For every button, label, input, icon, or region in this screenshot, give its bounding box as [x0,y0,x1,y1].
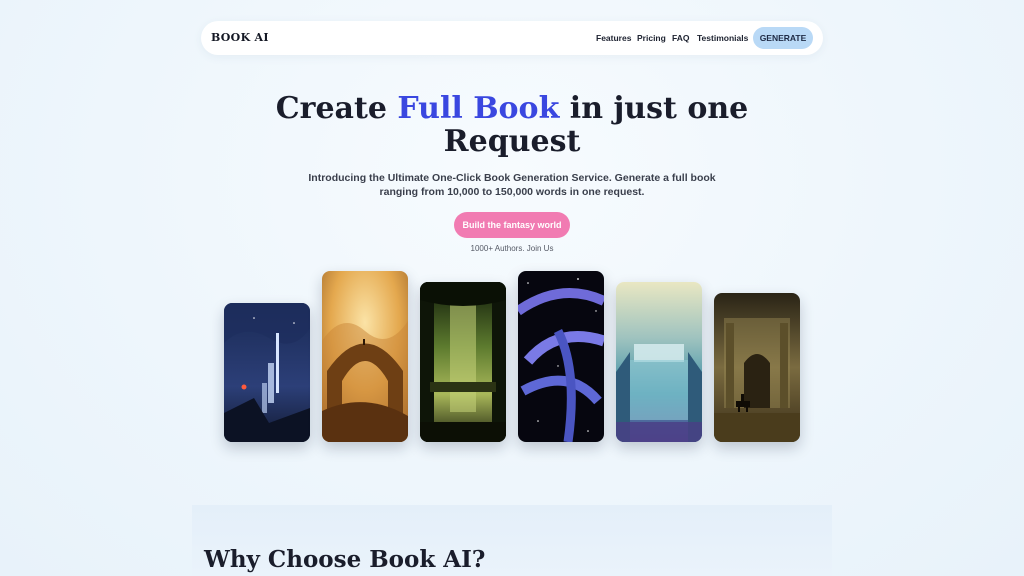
logo[interactable]: BOOK AI [211,31,269,44]
hero-subtitle: Introducing the Ultimate One-Click Book … [308,172,716,198]
nav-testimonials-link[interactable]: Testimonials [697,33,748,43]
hero-title-prefix: Create [275,91,398,126]
top-navbar: BOOK AI Features Pricing FAQ Testimonial… [201,21,823,55]
space-spiral-artwork [518,271,604,442]
nav-pricing-link[interactable]: Pricing [637,33,666,43]
why-choose-heading: Why Choose Book AI? [204,546,486,573]
hero-title: Create Full Book in just one Request [262,92,762,158]
build-fantasy-world-button[interactable]: Build the fantasy world [454,212,570,238]
nav-faq-link[interactable]: FAQ [672,33,689,43]
night-tower-artwork [224,303,310,442]
desert-arch-artwork [322,271,408,442]
generate-button[interactable]: GENERATE [753,27,813,49]
waterfall-city-artwork [616,282,702,442]
hero-title-highlight: Full Book [397,91,560,126]
jungle-ruins-artwork [420,282,506,442]
nav-features-link[interactable]: Features [596,33,631,43]
ancient-temple-rider-artwork [714,293,800,442]
authors-note: 1000+ Authors. Join Us [470,244,554,253]
